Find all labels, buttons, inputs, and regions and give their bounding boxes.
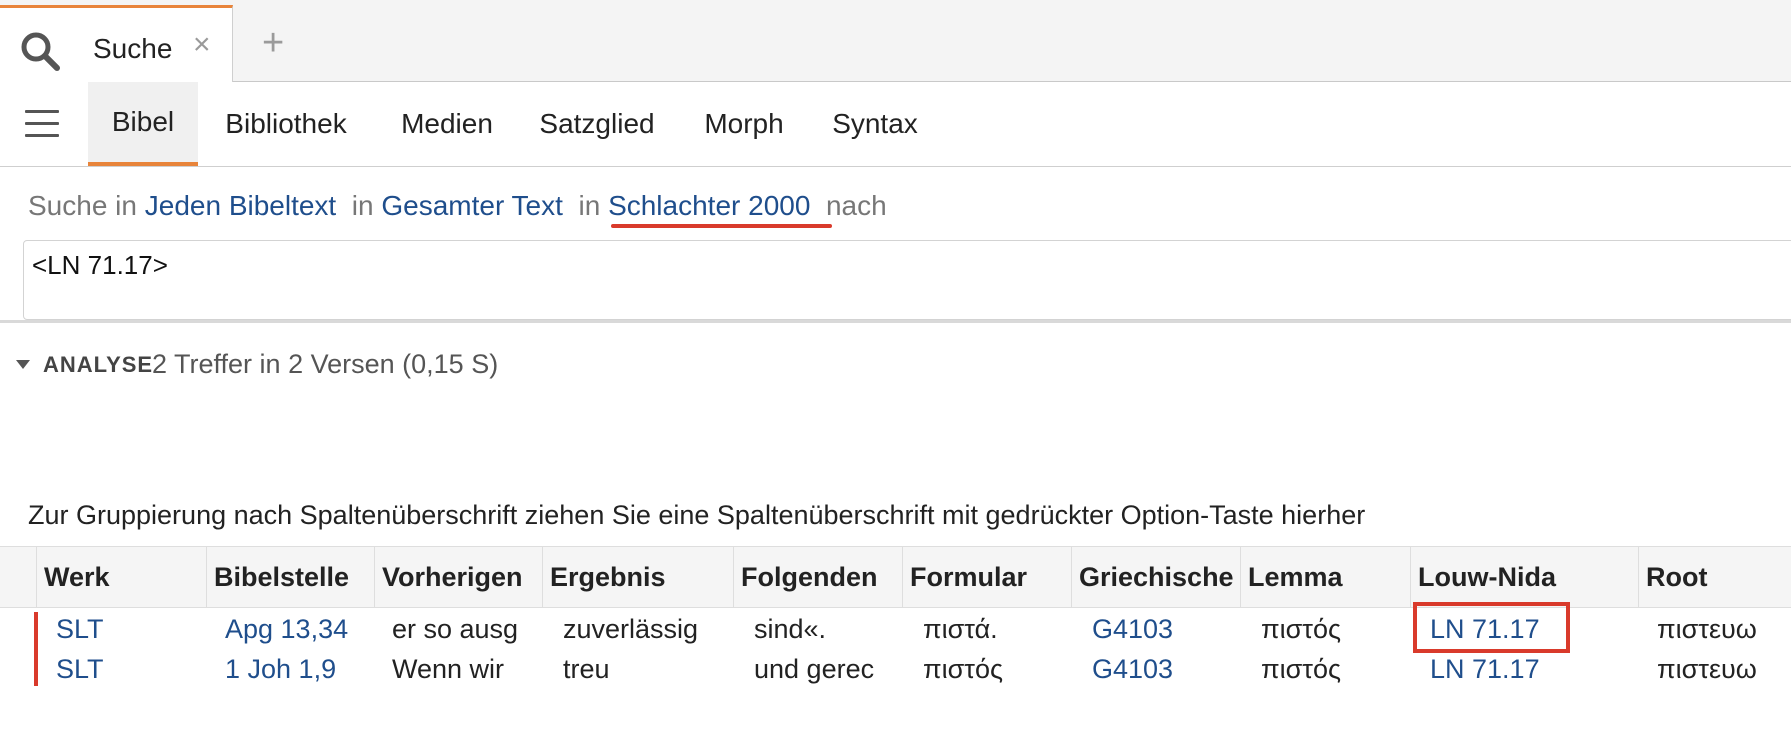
column-header-formular[interactable]: Formular	[902, 547, 1071, 607]
tab-bibliothek[interactable]: Bibliothek	[211, 82, 361, 166]
search-scope-line: Suche in Jeden Bibeltext in Gesamter Tex…	[28, 190, 887, 222]
cell-folgenden: sind«.	[754, 614, 827, 644]
column-header-lemma[interactable]: Lemma	[1240, 547, 1410, 607]
tab-strip: Suche × +	[0, 0, 1791, 82]
tab-medien[interactable]: Medien	[389, 82, 505, 166]
cell-lemma: πιστός	[1261, 654, 1341, 684]
cell-root: πιστευω	[1657, 654, 1757, 684]
cell-root: πιστευω	[1657, 614, 1757, 644]
row-marker	[34, 646, 38, 686]
cell-lemma: πιστός	[1261, 614, 1341, 644]
version-link[interactable]: Schlachter 2000	[608, 190, 810, 221]
cell-folgenden: und gerec	[754, 654, 875, 684]
range-link[interactable]: Gesamter Text	[381, 190, 563, 221]
column-header-root[interactable]: Root	[1638, 547, 1791, 607]
cell-bibelstelle[interactable]: 1 Joh 1,9	[225, 649, 365, 689]
in-label-1: in	[351, 190, 374, 221]
cell-werk[interactable]: SLT	[56, 649, 196, 689]
search-suffix: nach	[825, 190, 887, 221]
tab-label: Suche	[93, 33, 173, 64]
tab-satzglied[interactable]: Satzglied	[532, 82, 662, 166]
search-type-nav: Bibel Bibliothek Medien Satzglied Morph …	[0, 82, 1791, 167]
cell-griechische[interactable]: G4103	[1092, 649, 1222, 689]
search-query-text: <LN 71.17>	[32, 250, 168, 280]
column-header-folgenden[interactable]: Folgenden	[733, 547, 902, 607]
cell-formular: πιστά.	[923, 614, 998, 644]
section-divider	[0, 320, 1791, 323]
group-hint: Zur Gruppierung nach Spaltenüberschrift …	[28, 500, 1366, 530]
column-header-griechische[interactable]: Griechische	[1071, 547, 1240, 607]
cell-vorherigen: Wenn wir	[392, 654, 505, 684]
tab-bibel[interactable]: Bibel	[88, 82, 198, 166]
version-highlight-underline	[611, 224, 832, 228]
analysis-summary: 2 Treffer in 2 Versen (0,15 S)	[152, 349, 499, 379]
cell-louw-nida[interactable]: LN 71.17	[1430, 649, 1610, 689]
tab-syntax[interactable]: Syntax	[823, 82, 927, 166]
column-header-louw-nida[interactable]: Louw-Nida	[1410, 547, 1638, 607]
cell-griechische[interactable]: G4103	[1092, 609, 1222, 649]
cell-ergebnis: zuverlässig	[563, 614, 699, 644]
table-row[interactable]: SLT 1 Joh 1,9 Wenn wir treu und gerec πι…	[0, 646, 1791, 689]
scope-link[interactable]: Jeden Bibeltext	[145, 190, 336, 221]
add-tab-icon[interactable]: +	[262, 24, 284, 62]
search-icon	[21, 32, 60, 71]
cell-vorherigen: er so ausg	[392, 614, 519, 644]
louw-nida-highlight-box	[1413, 602, 1570, 653]
cell-formular: πιστός	[923, 654, 1003, 684]
collapse-caret-icon[interactable]	[16, 360, 30, 369]
results-grid-header: Werk Bibelstelle Vorherigen Ergebnis Fol…	[0, 546, 1791, 608]
search-prefix: Suche in	[28, 190, 137, 221]
tab-search[interactable]: Suche ×	[0, 5, 233, 82]
cell-werk[interactable]: SLT	[56, 609, 196, 649]
hamburger-menu-icon[interactable]	[25, 110, 59, 140]
cell-bibelstelle[interactable]: Apg 13,34	[225, 609, 365, 649]
column-header-bibelstelle[interactable]: Bibelstelle	[206, 547, 374, 607]
column-header-vorherigen[interactable]: Vorherigen	[374, 547, 542, 607]
in-label-2: in	[578, 190, 601, 221]
tab-morph[interactable]: Morph	[694, 82, 794, 166]
search-input[interactable]: <LN 71.17>	[23, 240, 1791, 320]
analysis-title[interactable]: ANALYSE	[43, 352, 153, 378]
close-icon[interactable]: ×	[193, 30, 211, 60]
column-header-werk[interactable]: Werk	[36, 547, 206, 607]
cell-ergebnis: treu	[563, 654, 610, 684]
column-header-ergebnis[interactable]: Ergebnis	[542, 547, 733, 607]
